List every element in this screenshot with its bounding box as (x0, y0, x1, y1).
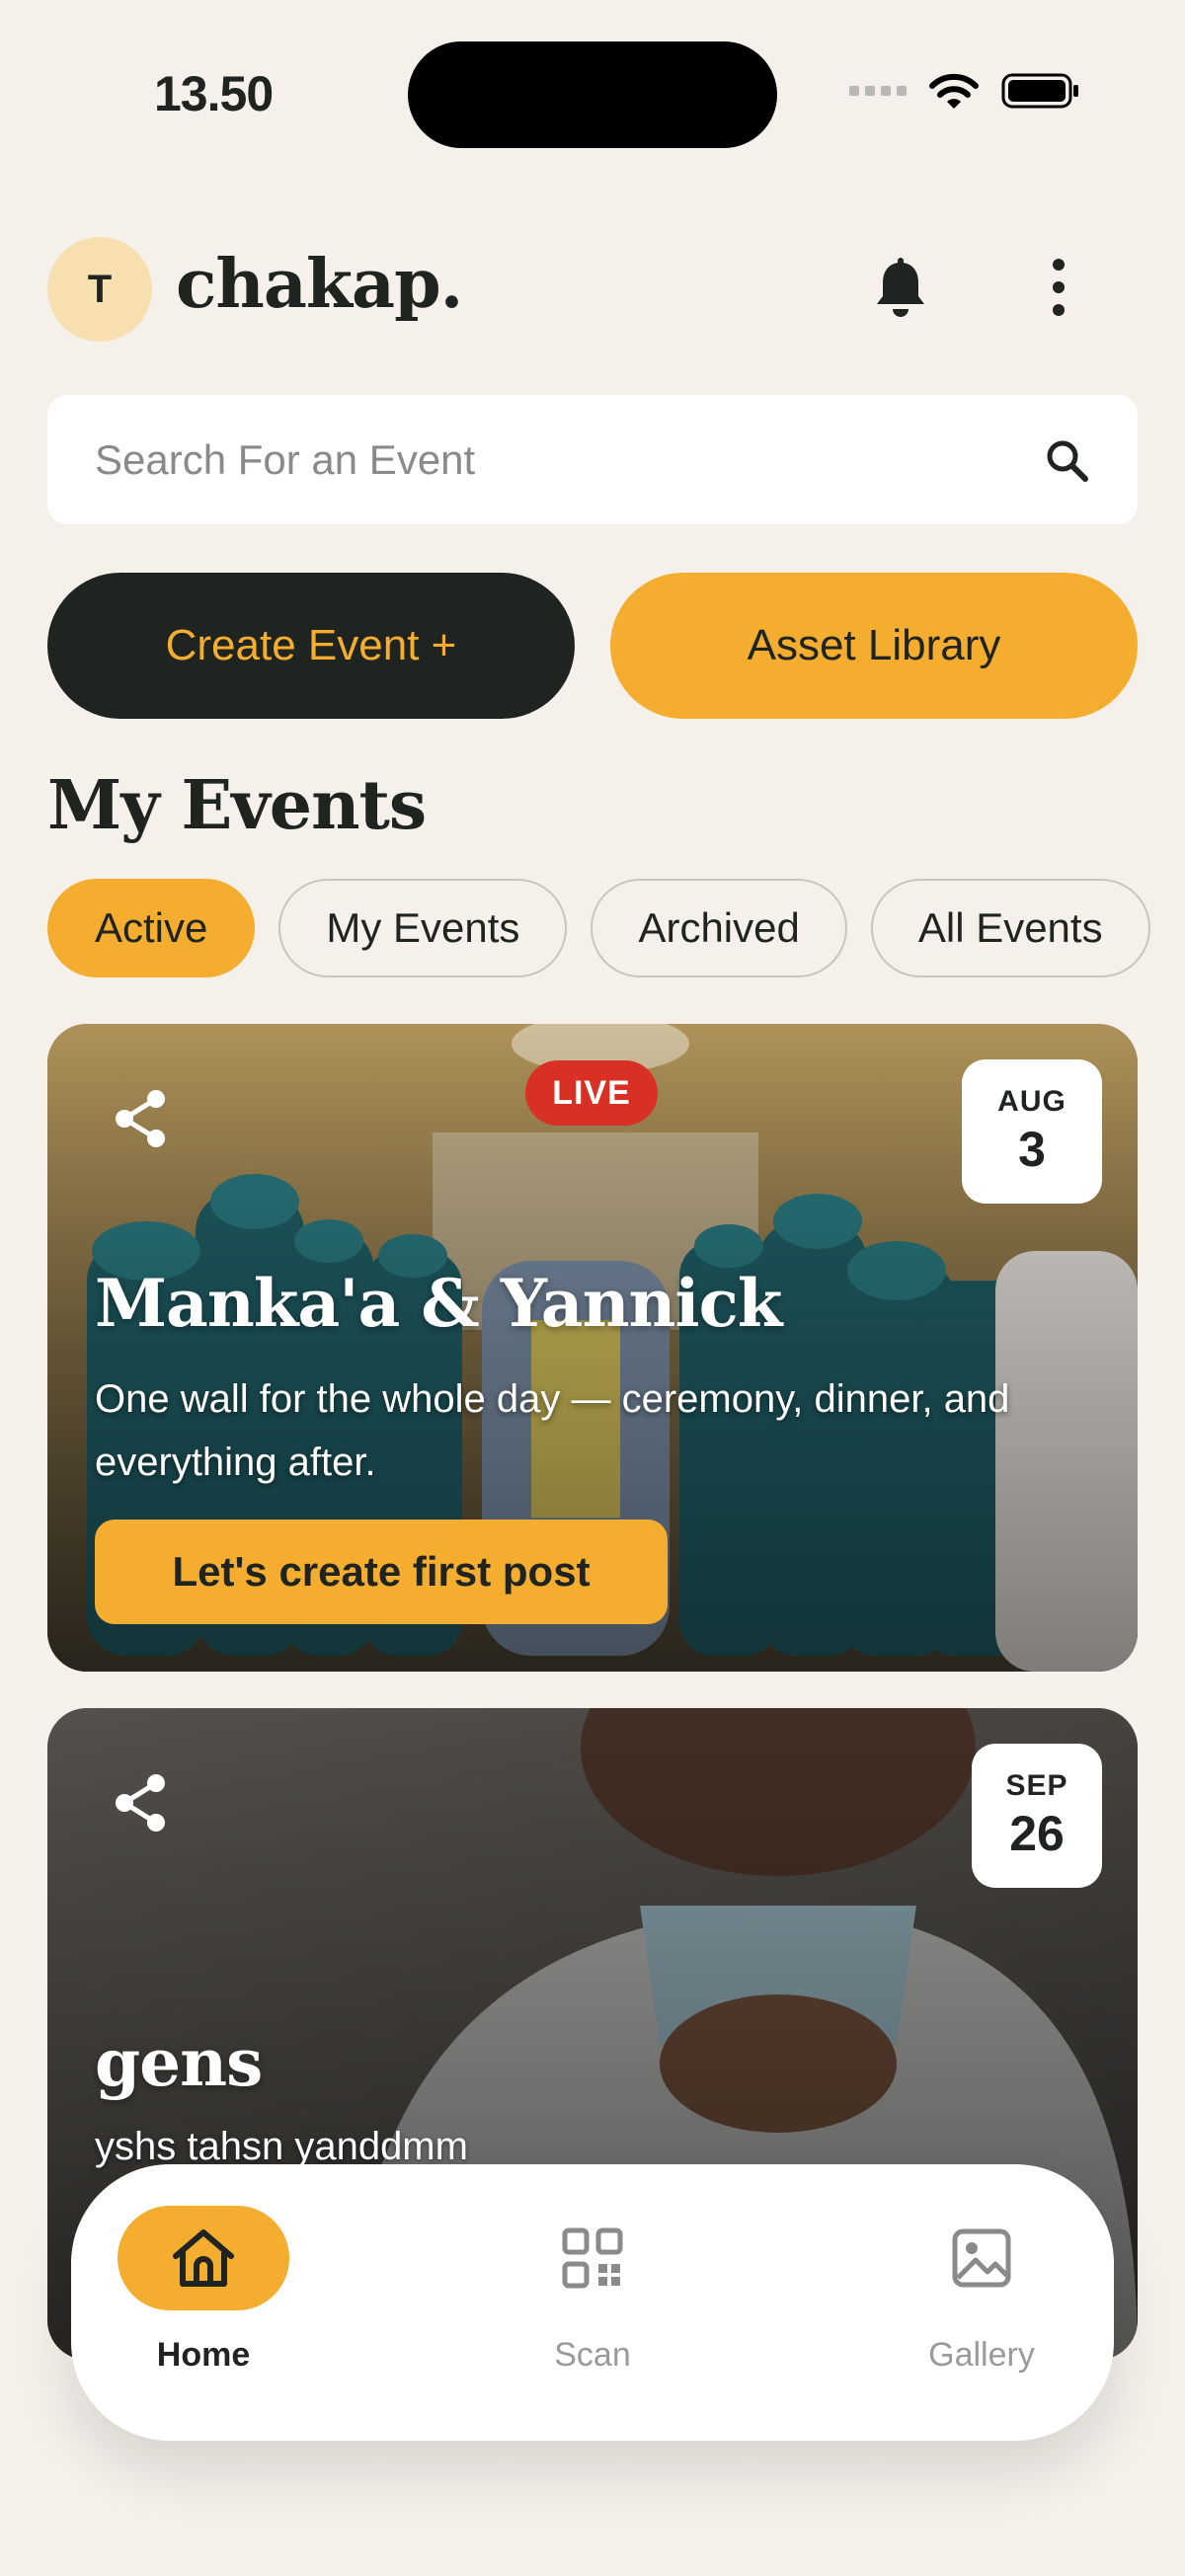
nav-item-home[interactable]: Home (85, 2206, 322, 2375)
signal-icon (849, 86, 907, 96)
event-title: Manka'a & Yannick (95, 1265, 783, 1342)
date-badge: SEP 26 (972, 1744, 1102, 1888)
nav-pill (896, 2206, 1067, 2310)
image-icon (952, 2228, 1011, 2288)
search-icon[interactable] (1043, 436, 1090, 484)
create-first-post-button[interactable]: Let's create first post (95, 1520, 668, 1624)
wifi-icon (929, 73, 979, 109)
dynamic-island (408, 41, 777, 148)
filter-chips: Active My Events Archived All Events (47, 879, 1150, 977)
filter-chip-my-events[interactable]: My Events (278, 879, 568, 977)
bottom-nav: Home Scan Gallery (71, 2164, 1114, 2441)
battery-icon (1001, 73, 1078, 109)
status-time: 13.50 (154, 66, 274, 121)
qr-code-icon (562, 2227, 623, 2289)
event-description: One wall for the whole day — ceremony, d… (95, 1377, 1010, 1484)
share-icon[interactable] (111, 1087, 170, 1150)
date-month: AUG (997, 1085, 1066, 1118)
share-icon[interactable] (111, 1771, 170, 1834)
brand-logo: chakap. (176, 245, 463, 324)
more-vertical-icon[interactable] (1053, 259, 1065, 316)
nav-item-scan[interactable]: Scan (474, 2206, 711, 2375)
home-icon (173, 2229, 234, 2287)
event-card[interactable]: LIVE AUG 3 Manka'a & Yannick One wall fo… (47, 1024, 1138, 1672)
nav-pill (507, 2206, 678, 2310)
search-input[interactable] (95, 435, 1043, 484)
nav-label: Scan (554, 2336, 631, 2374)
section-title: My Events (47, 766, 427, 845)
filter-chip-active[interactable]: Active (47, 879, 256, 977)
nav-active-pill (118, 2206, 289, 2310)
create-event-button[interactable]: Create Event + (47, 573, 575, 719)
filter-chip-archived[interactable]: Archived (591, 879, 847, 977)
asset-library-button[interactable]: Asset Library (610, 573, 1138, 719)
nav-label: Gallery (928, 2336, 1035, 2374)
search-bar (47, 395, 1138, 524)
nav-item-gallery[interactable]: Gallery (863, 2206, 1100, 2375)
date-month: SEP (1005, 1769, 1068, 1802)
date-badge: AUG 3 (962, 1059, 1102, 1204)
app-screen: 13.50 T chakap. Create Event + Asset Lib… (0, 0, 1185, 2576)
live-badge: LIVE (525, 1060, 658, 1126)
date-day: 3 (1018, 1122, 1046, 1177)
event-title: gens (95, 2024, 263, 2101)
filter-chip-all-events[interactable]: All Events (870, 879, 1150, 977)
status-icons (849, 71, 1080, 111)
bell-icon[interactable] (872, 257, 929, 320)
date-day: 26 (1009, 1806, 1065, 1861)
nav-label: Home (156, 2336, 251, 2374)
avatar[interactable]: T (47, 237, 152, 342)
